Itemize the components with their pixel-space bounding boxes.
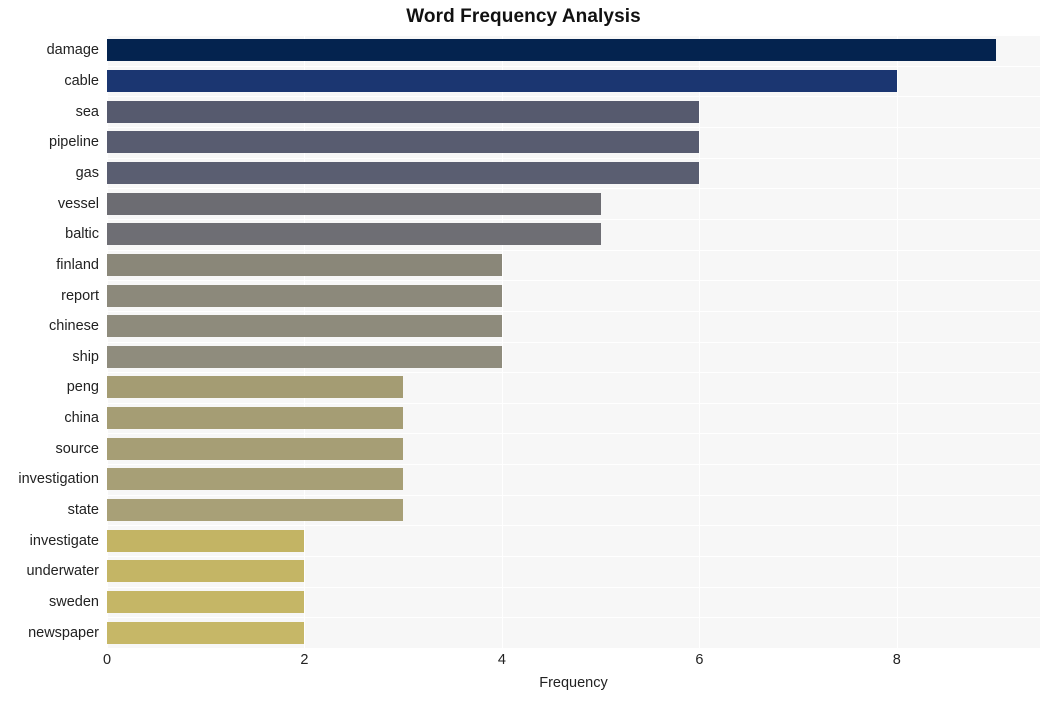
- y-axis-tick-label: damage: [46, 42, 99, 59]
- y-axis-tick-label: sweden: [49, 594, 99, 611]
- y-axis-tick-label: ship: [72, 348, 99, 365]
- y-axis-tick-label: investigate: [29, 532, 99, 549]
- y-axis-tick-label: baltic: [65, 226, 99, 243]
- gridline-horizontal: [107, 648, 1040, 649]
- x-axis-tick-label: 2: [300, 652, 309, 668]
- y-axis-tick-label: cable: [64, 72, 99, 89]
- page-title: Word Frequency Analysis: [406, 6, 641, 27]
- y-axis-tick-label: sea: [75, 103, 99, 120]
- word-frequency-chart: Word Frequency Analysis damage cable sea pi…: [0, 0, 1047, 701]
- y-axis-tick-label: pipeline: [49, 134, 99, 151]
- y-axis-tick-label: state: [67, 502, 99, 519]
- y-axis-tick-label: underwater: [26, 563, 99, 580]
- x-axis-title: Frequency: [539, 675, 608, 691]
- y-axis-tick-label: newspaper: [28, 624, 99, 641]
- y-axis-tick-label: china: [64, 410, 99, 427]
- x-axis-tick-label: 8: [892, 652, 901, 668]
- y-axis-tick-label: investigation: [18, 471, 99, 488]
- y-axis-tick-label: finland: [56, 256, 99, 273]
- y-axis-labels: damage cable sea pipeline gas vessel baltic fin…: [0, 35, 1047, 648]
- y-axis-tick-label: gas: [75, 164, 99, 181]
- x-axis-tick-label: 6: [695, 652, 704, 668]
- x-axis-tick-label: 0: [102, 652, 112, 668]
- y-axis-tick-label: peng: [66, 379, 99, 396]
- y-axis-tick-label: chinese: [49, 318, 99, 335]
- y-axis-tick-label: source: [55, 440, 99, 457]
- x-axis-tick-label: 4: [497, 652, 506, 668]
- y-axis-tick-label: vessel: [57, 195, 99, 212]
- y-axis-tick-label: report: [61, 287, 99, 304]
